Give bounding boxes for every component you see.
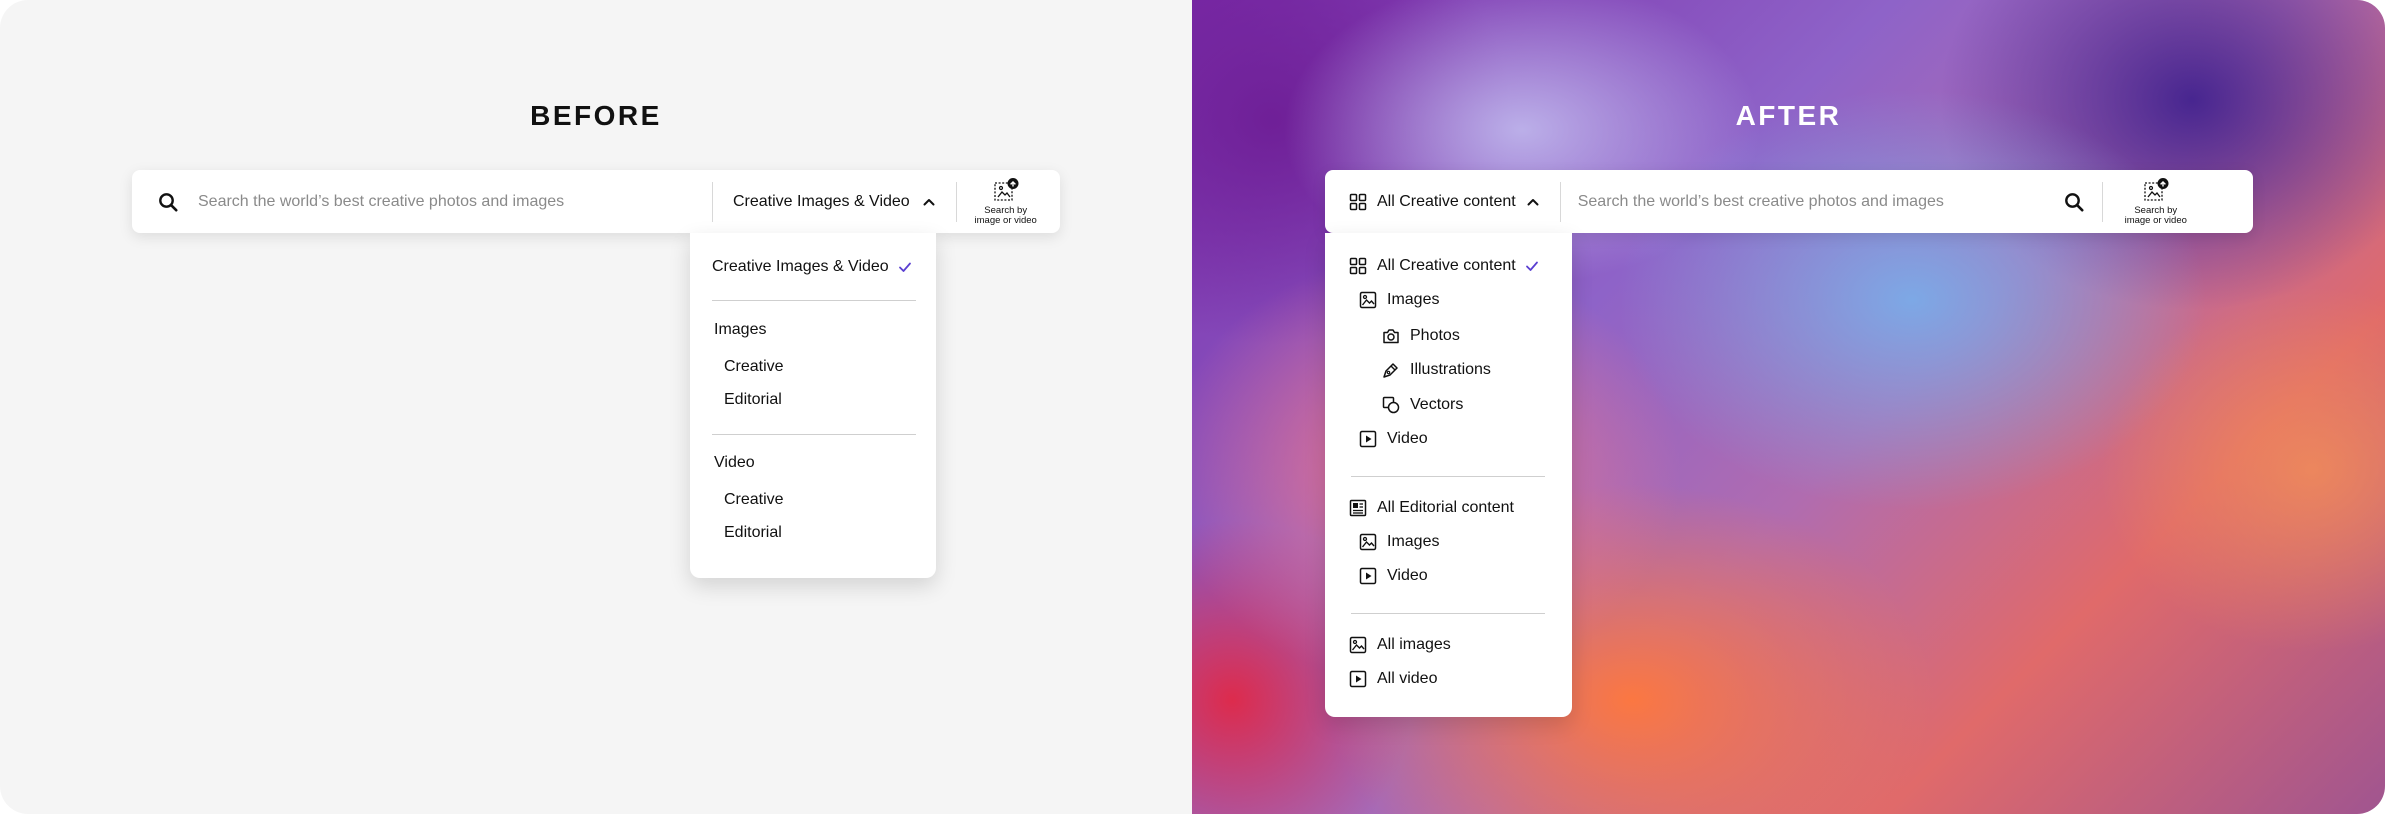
selector-label: Creative Images & Video bbox=[733, 192, 910, 210]
chevron-up-icon bbox=[1526, 195, 1540, 209]
image-icon bbox=[1359, 533, 1377, 551]
menu-divider bbox=[1351, 613, 1545, 614]
video-play-icon bbox=[1359, 430, 1377, 448]
visual-search-icon bbox=[2142, 177, 2170, 205]
grid-icon bbox=[1349, 193, 1367, 210]
menu-item-editorial-video[interactable]: Video bbox=[1359, 567, 1428, 585]
divider bbox=[955, 181, 957, 222]
check-icon bbox=[898, 262, 911, 272]
content-type-selector[interactable]: Creative Images & Video bbox=[733, 193, 936, 211]
image-icon bbox=[1349, 636, 1367, 654]
before-dropdown-menu: Creative Images & Video Images Creative … bbox=[690, 233, 936, 578]
search-icon[interactable] bbox=[2064, 192, 2084, 212]
before-panel: BEFORE Search the world’s best creative … bbox=[0, 0, 1192, 814]
menu-item-creative-vectors[interactable]: Vectors bbox=[1382, 396, 1463, 414]
chevron-up-icon bbox=[922, 195, 936, 209]
newspaper-icon bbox=[1349, 499, 1367, 517]
menu-group-images[interactable]: Images bbox=[714, 321, 766, 339]
menu-item-creative-video[interactable]: Video bbox=[1359, 430, 1428, 448]
camera-icon bbox=[1383, 329, 1399, 344]
divider bbox=[1559, 181, 1561, 222]
content-type-selector[interactable]: All Creative content bbox=[1349, 193, 1540, 211]
menu-item-creative-photos[interactable]: Photos bbox=[1382, 327, 1460, 345]
menu-item-creative-images[interactable]: Images bbox=[1359, 291, 1439, 309]
check-icon bbox=[1525, 261, 1538, 271]
image-icon bbox=[1359, 291, 1377, 309]
menu-item-images-creative[interactable]: Creative bbox=[724, 358, 784, 376]
grid-icon bbox=[1349, 257, 1367, 275]
visual-search-button[interactable]: Search by image or video bbox=[2111, 177, 2201, 226]
menu-item-all-editorial[interactable]: All Editorial content bbox=[1349, 499, 1514, 517]
pen-icon bbox=[1383, 363, 1398, 378]
divider bbox=[2101, 181, 2103, 222]
search-icon[interactable] bbox=[158, 192, 178, 212]
after-panel: AFTER All Creative content Search the wo… bbox=[1192, 0, 2385, 814]
visual-search-label: Search by image or video bbox=[2124, 205, 2187, 226]
menu-item-video-creative[interactable]: Creative bbox=[724, 491, 784, 509]
visual-search-button[interactable]: Search by image or video bbox=[961, 177, 1051, 226]
selector-label: All Creative content bbox=[1377, 192, 1516, 210]
menu-divider bbox=[1351, 476, 1545, 477]
menu-item-editorial-images[interactable]: Images bbox=[1359, 533, 1439, 551]
visual-search-icon bbox=[992, 177, 1020, 205]
after-dropdown-menu: All Creative content Images Photos Illus… bbox=[1325, 233, 1572, 717]
menu-item-video-editorial[interactable]: Editorial bbox=[724, 524, 782, 542]
divider bbox=[712, 181, 713, 222]
search-input[interactable]: Search the world’s best creative photos … bbox=[1578, 193, 2064, 211]
visual-search-label: Search by image or video bbox=[974, 205, 1037, 226]
menu-item-all-images[interactable]: All images bbox=[1349, 636, 1451, 654]
menu-divider bbox=[712, 300, 916, 301]
menu-item-creative-illustrations[interactable]: Illustrations bbox=[1382, 361, 1491, 379]
menu-item-images-editorial[interactable]: Editorial bbox=[724, 391, 782, 409]
after-search-bar: All Creative content Search the world’s … bbox=[1325, 170, 2253, 233]
menu-item-all-video[interactable]: All video bbox=[1349, 670, 1437, 688]
search-input[interactable]: Search the world’s best creative photos … bbox=[198, 193, 688, 211]
menu-divider bbox=[712, 434, 916, 435]
video-play-icon bbox=[1349, 670, 1367, 688]
before-search-bar: Search the world’s best creative photos … bbox=[132, 170, 1060, 233]
video-play-icon bbox=[1359, 567, 1377, 585]
menu-group-video[interactable]: Video bbox=[714, 454, 755, 472]
menu-item-all-creative[interactable]: All Creative content bbox=[1349, 257, 1540, 275]
after-heading: AFTER bbox=[1735, 100, 1842, 131]
menu-item-creative-images-video[interactable]: Creative Images & Video bbox=[712, 257, 913, 277]
before-heading: BEFORE bbox=[530, 100, 662, 131]
vector-shapes-icon bbox=[1382, 396, 1400, 414]
